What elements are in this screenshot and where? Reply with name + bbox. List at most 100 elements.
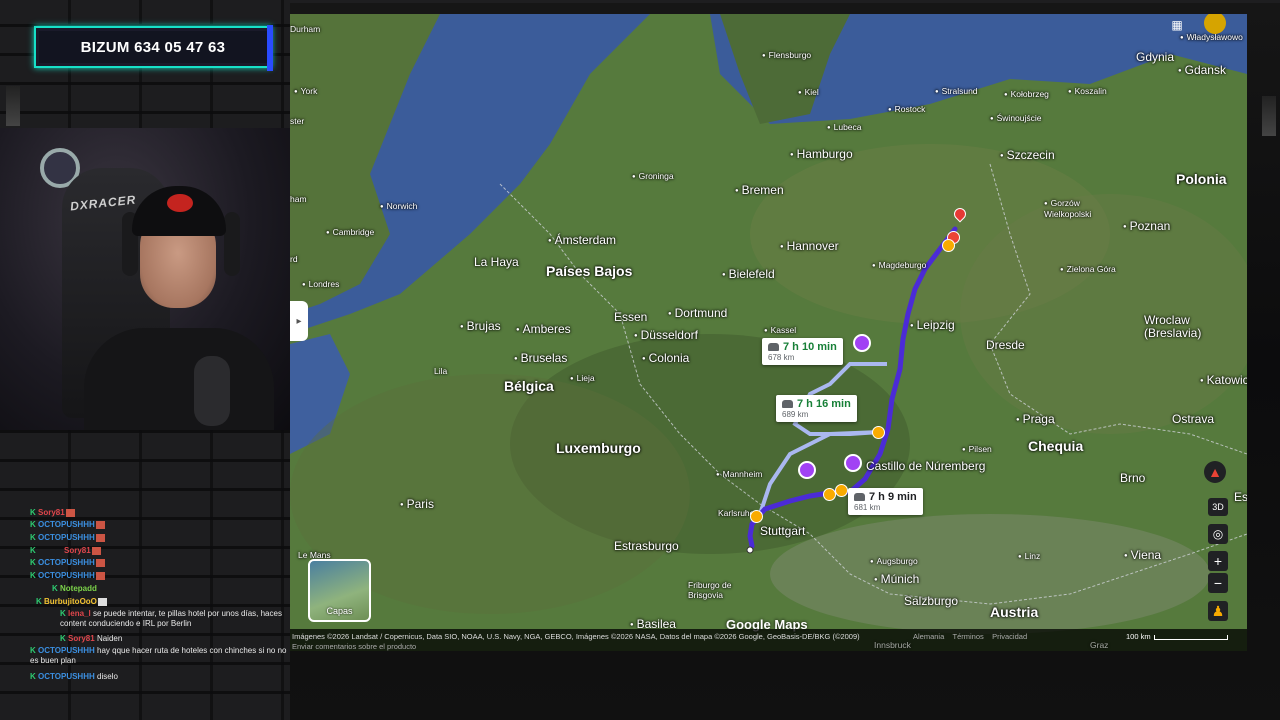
- camera-poi-icon[interactable]: [853, 334, 871, 352]
- city-label[interactable]: Bielefeld: [722, 267, 775, 281]
- route-option-2[interactable]: 7 h 16 min 689 km: [776, 395, 857, 422]
- city-label[interactable]: Norwich: [380, 201, 418, 211]
- city-label[interactable]: Lieja: [570, 373, 595, 383]
- zoom-in-button[interactable]: +: [1208, 551, 1228, 571]
- warning-icon[interactable]: [942, 239, 955, 252]
- city-label[interactable]: Paris: [400, 497, 434, 511]
- city-label[interactable]: Estrasburgo: [614, 539, 679, 553]
- country-label[interactable]: Países Bajos: [546, 263, 632, 279]
- car-icon: [854, 493, 865, 502]
- city-label[interactable]: Es: [1234, 490, 1247, 504]
- city-label[interactable]: Koszalin: [1068, 86, 1107, 96]
- city-label[interactable]: Düsseldorf: [634, 328, 698, 342]
- city-label[interactable]: Brujas: [460, 319, 501, 333]
- city-label[interactable]: Kassel: [764, 325, 797, 335]
- city-label[interactable]: La Haya: [474, 255, 519, 269]
- city-label[interactable]: York: [294, 86, 318, 96]
- city-label[interactable]: Leipzig: [910, 318, 955, 332]
- scale-label[interactable]: 100 km: [1126, 632, 1151, 641]
- city-label[interactable]: Cambridge: [326, 227, 375, 237]
- city-label[interactable]: Gdansk: [1178, 63, 1226, 77]
- city-label[interactable]: Karlsruhe: [718, 508, 754, 518]
- city-label[interactable]: Amberes: [516, 322, 571, 336]
- camera-poi-icon[interactable]: [798, 461, 816, 479]
- warning-icon[interactable]: [872, 426, 885, 439]
- layers-button[interactable]: Capas: [308, 559, 371, 622]
- city-label[interactable]: Essen: [614, 310, 647, 324]
- city-label[interactable]: Colonia: [642, 351, 690, 365]
- chat-username: lena_l: [68, 609, 91, 618]
- warning-icon[interactable]: [835, 484, 848, 497]
- city-label[interactable]: Świnoujście: [990, 113, 1042, 123]
- city-label[interactable]: Hamburgo: [790, 147, 853, 161]
- compass-icon[interactable]: ▲: [1204, 461, 1226, 483]
- chat-message: K OCTOPUSHHH: [30, 558, 320, 568]
- google-map[interactable]: Durham York ster ham rd Cambridge Norwic…: [290, 14, 1247, 651]
- footer-link[interactable]: Términos: [952, 632, 983, 641]
- city-label[interactable]: Zielona Góra: [1060, 264, 1116, 274]
- city-label[interactable]: Brno: [1120, 471, 1145, 485]
- city-label[interactable]: Gorzów Wielkopolski: [1044, 198, 1114, 219]
- kick-badge-icon: K: [30, 520, 36, 529]
- city-label[interactable]: Londres: [302, 279, 340, 289]
- zoom-out-button[interactable]: −: [1208, 573, 1228, 593]
- expand-panel-button[interactable]: ▸: [290, 301, 308, 341]
- chat-username: Notepadd: [60, 584, 97, 593]
- city-label[interactable]: Lila: [434, 366, 447, 376]
- layers-label: Capas: [326, 606, 353, 616]
- city-label[interactable]: Mannheim: [716, 469, 763, 479]
- footer-link[interactable]: Privacidad: [992, 632, 1027, 641]
- city-label[interactable]: Szczecin: [1000, 148, 1055, 162]
- route-option-3[interactable]: 7 h 9 min 681 km: [848, 488, 923, 515]
- city-label[interactable]: Praga: [1016, 412, 1055, 426]
- city-label[interactable]: Stuttgart: [760, 524, 805, 538]
- country-label[interactable]: Austria: [990, 604, 1038, 620]
- warning-icon[interactable]: [823, 488, 836, 501]
- city-label[interactable]: Durham: [290, 24, 320, 34]
- city-label[interactable]: Groninga: [632, 171, 674, 181]
- city-label[interactable]: Kiel: [798, 87, 819, 97]
- city-label[interactable]: Flensburgo: [762, 50, 812, 60]
- city-label[interactable]: ham: [290, 194, 307, 204]
- city-label[interactable]: Viena: [1124, 548, 1161, 562]
- country-label[interactable]: Polonia: [1176, 171, 1227, 187]
- city-label[interactable]: Ostrava: [1172, 412, 1214, 426]
- city-label[interactable]: Salzburgo: [904, 594, 958, 608]
- footer-link[interactable]: Alemania: [913, 632, 944, 641]
- city-label[interactable]: Wroclaw (Breslavia): [1144, 314, 1214, 340]
- city-label[interactable]: Stralsund: [935, 86, 978, 96]
- city-label[interactable]: Kołobrzeg: [1004, 89, 1049, 99]
- country-label[interactable]: Luxemburgo: [556, 440, 641, 456]
- city-label[interactable]: Bremen: [735, 183, 784, 197]
- feedback-link[interactable]: Enviar comentarios sobre el producto: [292, 642, 416, 651]
- camera-poi-icon[interactable]: [844, 454, 862, 472]
- city-label[interactable]: Poznan: [1123, 219, 1171, 233]
- city-label[interactable]: Hannover: [780, 239, 839, 253]
- city-label[interactable]: Múnich: [874, 572, 920, 586]
- chat-message: K OCTOPUSHHH diselo: [30, 672, 320, 682]
- city-label[interactable]: Ámsterdam: [548, 233, 616, 247]
- city-label[interactable]: ster: [290, 116, 304, 126]
- 3d-button[interactable]: 3D: [1208, 498, 1228, 516]
- city-label[interactable]: Rostock: [888, 104, 926, 114]
- city-label[interactable]: Linz: [1018, 551, 1041, 561]
- city-label[interactable]: Magdeburgo: [872, 260, 927, 270]
- city-label[interactable]: Gdynia: [1136, 50, 1174, 64]
- poi-label[interactable]: Castillo de Núremberg: [866, 459, 985, 473]
- city-label[interactable]: Dresde: [986, 338, 1025, 352]
- city-label[interactable]: Augsburgo: [870, 556, 918, 566]
- warning-icon[interactable]: [750, 510, 763, 523]
- apps-grid-icon[interactable]: ▦: [1166, 14, 1188, 36]
- city-label[interactable]: Friburgo de Brisgovia: [688, 580, 758, 600]
- country-label[interactable]: Chequia: [1028, 438, 1083, 454]
- locate-icon[interactable]: ◎: [1208, 524, 1228, 544]
- city-label[interactable]: Bruselas: [514, 351, 568, 365]
- route-option-1[interactable]: 7 h 10 min 678 km: [762, 338, 843, 365]
- city-label[interactable]: rd: [290, 254, 298, 264]
- pegman-icon[interactable]: ♟: [1208, 601, 1228, 621]
- city-label[interactable]: Pilsen: [962, 444, 992, 454]
- city-label[interactable]: Dortmund: [668, 306, 728, 320]
- city-label[interactable]: Katowice: [1200, 373, 1247, 387]
- city-label[interactable]: Lubeca: [827, 122, 862, 132]
- country-label[interactable]: Bélgica: [504, 378, 554, 394]
